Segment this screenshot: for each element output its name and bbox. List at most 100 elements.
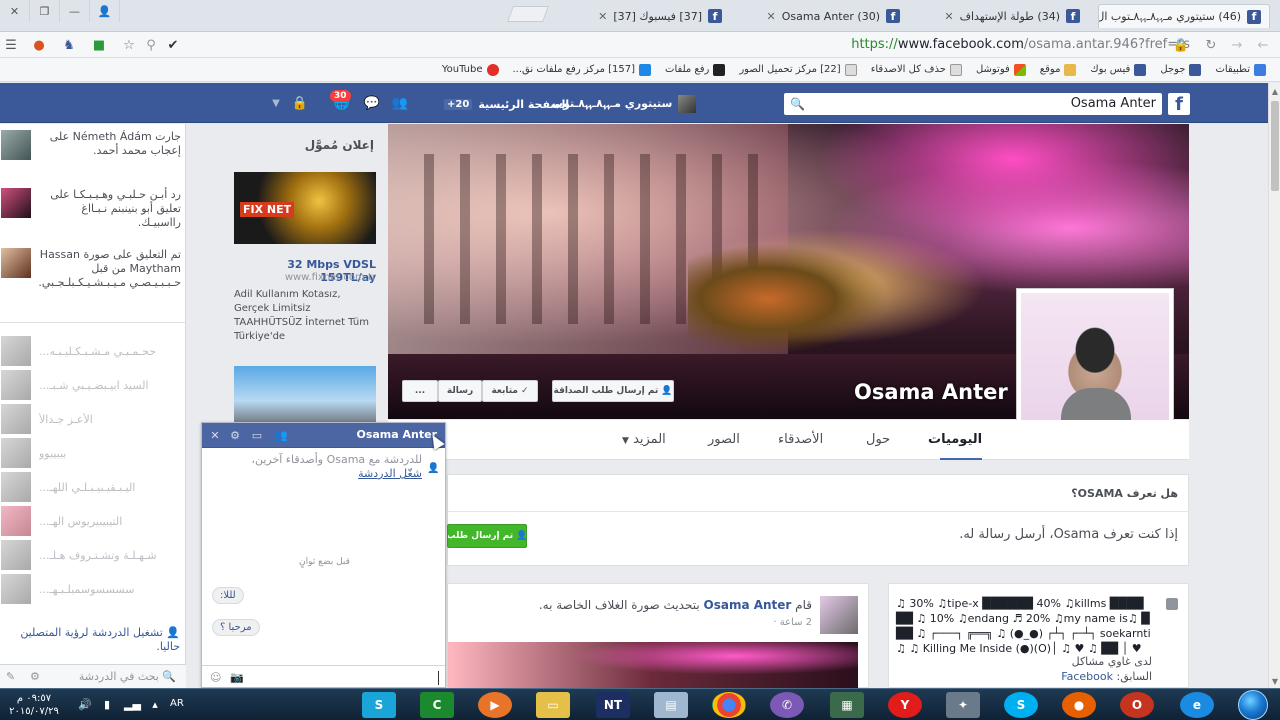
language-indicator[interactable]: AR [170,698,184,709]
home-link[interactable]: الصفحة الرئيسية 20+ [444,93,569,115]
avatar[interactable] [820,596,858,634]
more-options-button[interactable]: ... [402,380,438,402]
search-input[interactable]: 🔍 Osama Anter [784,93,1162,115]
tab-0-active[interactable]: f (46) ستيتوري مـﮩﮩ٨ـﮩﮩ٨ـتوب ال ✕ [1098,4,1270,28]
video-call-icon[interactable]: ▭ [250,428,264,442]
viber-icon[interactable]: ✆ [770,692,804,718]
follow-button[interactable]: ✓ متابعة [482,380,538,402]
chat-contact[interactable]: السيد ابيـبضـيـبي شـبـ... [1,370,181,400]
bookmark-file-center[interactable]: [157] مركز رفع ملفات نق... [513,63,652,76]
bookmark-photo-upload[interactable]: [22] مركز تحميل الصور [739,63,857,76]
message-button[interactable]: رسالة [438,380,482,402]
taskbar-app-icon[interactable]: C [420,692,454,718]
tab-timeline[interactable]: اليوميات [928,432,982,447]
tray-expand-icon[interactable]: ▴ [148,698,162,711]
post-author-link[interactable]: Osama Anter [704,598,792,612]
extension-icon[interactable]: ♞ [60,36,78,54]
tab-friends[interactable]: الأصدقاء [778,432,823,447]
chat-search-input[interactable]: 🔍 بحث في الدردشة ⚙ ✎ [0,664,186,688]
media-player-icon[interactable]: ▶ [478,692,512,718]
star-icon[interactable]: ☆ [120,36,138,54]
close-window-icon[interactable]: ✕ [0,0,30,22]
compose-icon[interactable]: ✎ [6,665,15,689]
enable-chat-link[interactable]: شغّل الدردشة [358,467,422,480]
chat-message-input[interactable]: ☺ 📷 [202,665,445,689]
ad-image[interactable]: FIX NET [234,172,376,244]
close-tab-icon[interactable]: ✕ [767,10,776,23]
chat-header[interactable]: Osama Anter ✕ ⚙ ▭ 👥 [202,423,445,448]
new-tab-button[interactable] [507,6,549,22]
chat-contact[interactable]: شـهـلـة وتشـتـروف هـلـ... [1,540,181,570]
post-timestamp[interactable]: 2 ساعة · [773,617,812,628]
ticker-item[interactable]: تم التعليق على صورة Hassan Maytham من قب… [1,248,181,290]
search-icon[interactable]: 🔍 [790,93,805,115]
skype-icon[interactable]: S [1004,692,1038,718]
chat-contact[interactable]: اليـبـقيـبيـبـلـي اللهـ... [1,472,181,502]
chrome-icon[interactable] [712,692,746,718]
page-scrollbar[interactable]: ▲ ▼ [1268,83,1280,688]
profile-picture[interactable] [1016,288,1174,441]
internet-explorer-icon[interactable]: e [1180,692,1214,718]
facebook-logo-icon[interactable]: f [1168,93,1190,115]
taskbar-app-icon[interactable]: ▦ [830,692,864,718]
opera-icon[interactable]: O [1120,692,1154,718]
forward-icon[interactable]: → [1228,36,1246,54]
bookmark-delete-friends[interactable]: حذف كل الاصدقاء [871,63,962,76]
tab-2[interactable]: f (30) Osama Anter ✕ [738,4,908,28]
tab-1[interactable]: f (34) طولة الإستهداف ✕ [918,4,1088,28]
scroll-down-icon[interactable]: ▼ [1269,675,1280,687]
chat-contact[interactable]: ححـمـبـي مـشـبـكـليـبـه... [1,336,181,366]
user-icon[interactable]: 👤 [90,0,120,22]
enable-chat-link[interactable]: 👤 تشغيل الدردشة لرؤية المتصلين حاليا. [10,626,180,654]
extension-icon[interactable]: ■ [90,36,108,54]
network-icon[interactable]: ▂▄ [124,698,141,711]
tab-3[interactable]: f [37] فيسبوك [37] ✕ [560,4,730,28]
request-sent-button[interactable]: 👤 تم إرسال طلب [447,524,527,548]
volume-icon[interactable]: 🔊 [78,698,92,711]
yandex-icon[interactable]: Y [888,692,922,718]
gear-icon[interactable]: ⚙ [228,428,242,442]
camera-icon[interactable]: 📷 [230,671,244,684]
chat-contact[interactable]: التيبيبيريوس الهـ... [1,506,181,536]
folder-icon[interactable]: ▭ [536,692,570,718]
bookmark-file-upload[interactable]: رفع ملفات [665,63,726,76]
tab-about[interactable]: حول [866,432,890,447]
taskbar-app-icon[interactable]: S [362,692,396,718]
ticker-item[interactable]: جارت Németh Ádám على إعجاب محمد أحمد. [1,130,181,160]
close-tab-icon[interactable]: ✕ [598,10,607,23]
profile-link[interactable]: ستيتوري مـﮩﮩ٨ـﮩﮩ٨ـتوب [552,93,697,115]
account-menu-icon[interactable]: ▼ [268,95,284,111]
taskbar-app-icon[interactable]: ✦ [946,692,980,718]
chat-contact[interactable]: الأعـز جـدالأ [1,404,181,434]
close-icon[interactable]: ✕ [208,428,222,442]
close-tab-icon[interactable]: ✕ [944,10,953,23]
gear-icon[interactable]: ⚙ [30,665,40,689]
address-bar[interactable]: https://www.facebook.com/osama.antar.946… [300,35,1200,55]
ad-domain[interactable]: www.fixnet.com.tr [234,272,376,283]
chat-contact[interactable]: بيبييوو [1,438,181,468]
taskbar-app-icon[interactable]: ▤ [654,692,688,718]
firefox-icon[interactable]: ● [1062,692,1096,718]
bookmark-facebook[interactable]: فيس بوك [1090,63,1147,76]
bookmark-apps[interactable]: تطبيقات [1215,63,1266,76]
messages-icon[interactable]: 💬 [364,95,380,111]
ticker-item[interactable]: رد أبـن حـلبـي وهـيـبـكـا على تعليق أبو … [1,188,181,230]
power-icon[interactable]: ▮ [100,698,114,711]
bookmark-google[interactable]: جوجل [1160,63,1202,76]
chat-title[interactable]: Osama Anter [356,428,437,441]
ad-image[interactable] [234,366,376,424]
pin-icon[interactable]: ⚲ [142,36,160,54]
menu-icon[interactable]: ☰ [2,36,20,54]
check-icon[interactable]: ✔ [164,36,182,54]
emoji-icon[interactable]: ☺ [210,671,221,684]
start-button[interactable] [1238,690,1268,720]
bookmark-site[interactable]: موقع [1040,63,1077,76]
restore-window-icon[interactable]: ❐ [30,0,60,22]
add-friend-icon[interactable]: 👥 [274,428,288,442]
back-icon[interactable]: ← [1254,36,1272,54]
friend-requests-icon[interactable]: 👥 [392,95,408,111]
bookmark-youtube[interactable]: YouTube [442,63,499,76]
chat-contact[interactable]: سسسسوسمبلـبـهـ... [1,574,181,604]
bookmark-photoshop[interactable]: فوتوشل [976,63,1026,76]
facebook-link[interactable]: Facebook [1061,670,1113,683]
